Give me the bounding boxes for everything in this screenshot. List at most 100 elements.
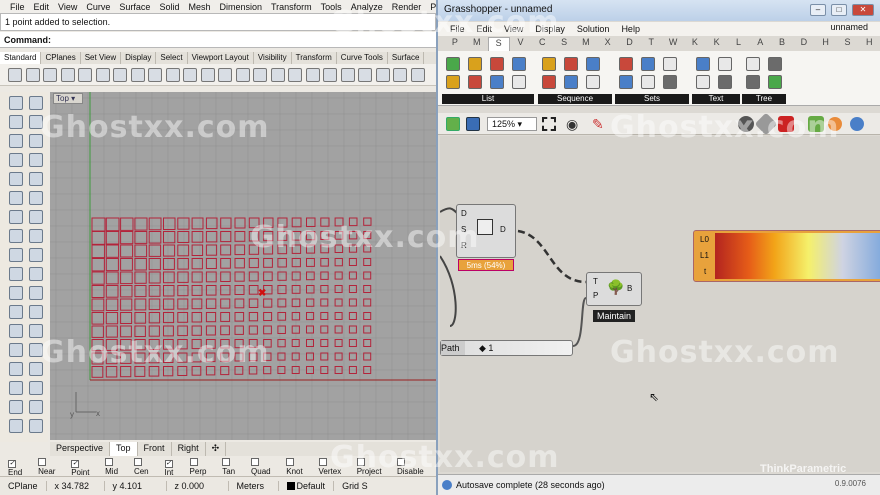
import-icon[interactable] [78,68,92,82]
component-icon[interactable] [641,75,655,89]
ribbon-group-label[interactable]: List [442,94,534,104]
component-icon[interactable] [696,57,710,71]
component-icon[interactable] [718,75,732,89]
left-tool-icon[interactable] [9,134,23,148]
left-tool-icon[interactable] [9,343,23,357]
component-icon[interactable] [641,57,655,71]
menu-file[interactable]: File [10,2,25,12]
open-icon[interactable] [25,68,40,82]
osnap-checkbox[interactable] [318,458,327,466]
osnap-checkbox[interactable] [251,458,260,466]
left-tool-icon[interactable] [29,286,43,300]
left-tool-icon[interactable] [9,286,23,300]
tab-display[interactable]: Display [121,52,157,64]
menu-transform[interactable]: Transform [271,2,312,12]
left-tool-icon[interactable] [29,96,43,110]
render-icon[interactable] [358,68,372,82]
osnap-cen[interactable]: Cen [133,458,158,476]
gradient-input-t[interactable]: t [704,267,706,276]
zoom-extents-icon[interactable] [542,117,556,131]
maintain-component[interactable]: T P 🌳 B [586,272,642,306]
component-icon[interactable] [446,75,460,89]
maintain-input-p[interactable]: P [593,291,598,300]
viewport-tab-2[interactable]: Front [138,442,172,456]
gh-tab-letter[interactable]: X [597,37,619,51]
gh-document-name[interactable]: unnamed [830,22,868,32]
paste-icon[interactable] [130,68,145,82]
osnap-checkbox[interactable] [286,458,295,466]
menu-curve[interactable]: Curve [86,2,110,12]
print-icon[interactable] [60,68,75,82]
sketch-icon[interactable]: ✎ [592,116,604,133]
osnap-checkbox[interactable] [133,458,142,466]
zoom-icon[interactable] [200,68,215,82]
save-icon[interactable] [466,117,480,131]
open-file-icon[interactable] [446,117,460,131]
left-tool-icon[interactable] [9,248,23,262]
component-icon[interactable] [542,57,556,71]
status-layer[interactable]: Default [279,481,335,491]
tab-set-view[interactable]: Set View [81,52,122,64]
osnap-checkbox[interactable] [189,458,198,466]
component-icon[interactable] [746,57,760,71]
left-tool-icon[interactable] [9,419,23,433]
status-grid-snap[interactable]: Grid S [334,481,376,491]
left-tool-icon[interactable] [9,115,23,129]
path-parameter[interactable]: Path ◆ 1 [440,340,573,356]
osnap-checkbox[interactable] [222,458,231,466]
viewport-tab-0[interactable]: Perspective [50,442,111,456]
osnap-point[interactable]: ✓Point [71,457,98,477]
component-icon[interactable] [512,57,526,71]
component-icon[interactable] [746,75,760,89]
select-all-icon[interactable] [270,68,285,82]
tab-visibility[interactable]: Visibility [254,52,292,64]
osnap-tan[interactable]: Tan [222,458,244,476]
zoom-extents-icon[interactable] [235,68,250,82]
options-icon[interactable] [393,68,407,82]
rotate-view-icon[interactable] [183,68,197,82]
left-tool-icon[interactable] [29,172,43,186]
left-tool-icon[interactable] [29,267,43,281]
left-tool-icon[interactable] [29,248,43,262]
left-tool-icon[interactable] [9,324,23,338]
gh-menu-solution[interactable]: Solution [577,24,610,34]
left-tool-icon[interactable] [9,191,23,205]
osnap-checkbox[interactable]: ✓ [71,460,80,468]
tab-standard[interactable]: Standard [0,52,42,64]
gh-tab-letter[interactable]: T [640,37,662,51]
viewport-tab-1[interactable]: Top [110,442,138,456]
osnap-perp[interactable]: Perp [189,458,216,476]
left-tool-icon[interactable] [9,229,23,243]
properties-icon[interactable] [375,68,390,82]
menu-solid[interactable]: Solid [159,2,179,12]
component-icon[interactable] [663,57,677,71]
left-tool-icon[interactable] [9,210,23,224]
tab-transform[interactable]: Transform [292,52,337,64]
left-tool-icon[interactable] [29,153,43,167]
component-icon[interactable] [512,75,526,89]
gh-tab-letter[interactable]: L [728,37,750,51]
left-tool-icon[interactable] [9,400,23,414]
close-button[interactable]: ✕ [852,4,874,16]
preview-eye-icon[interactable]: ◉ [566,116,578,133]
tab-curve-tools[interactable]: Curve Tools [337,52,388,64]
left-tool-icon[interactable] [29,305,43,319]
grid-icon[interactable] [288,68,302,82]
ribbon-group-label[interactable]: Sets [615,94,689,104]
maximize-button[interactable]: □ [831,4,847,16]
tab-cplanes[interactable]: CPlanes [41,52,81,64]
gradient-input-l1[interactable]: L1 [700,251,709,260]
gh-tab-letter[interactable]: B [771,37,793,51]
viewport-label[interactable]: Top ▾ [53,93,83,104]
osnap-quad[interactable]: Quad [251,458,279,476]
menu-surface[interactable]: Surface [119,2,150,12]
osnap-end[interactable]: ✓End [8,457,31,477]
gh-tab-letter[interactable]: D [793,37,815,51]
component-icon[interactable] [468,57,482,71]
osnap-int[interactable]: ✓Int [164,457,183,477]
zoom-selected-icon[interactable] [253,68,267,82]
viewport-tab-3[interactable]: Right [172,442,206,456]
gh-tab-letter[interactable]: M [575,37,597,51]
component-icon[interactable] [619,75,633,89]
viewport-tab-4[interactable]: ✣ [206,442,227,456]
